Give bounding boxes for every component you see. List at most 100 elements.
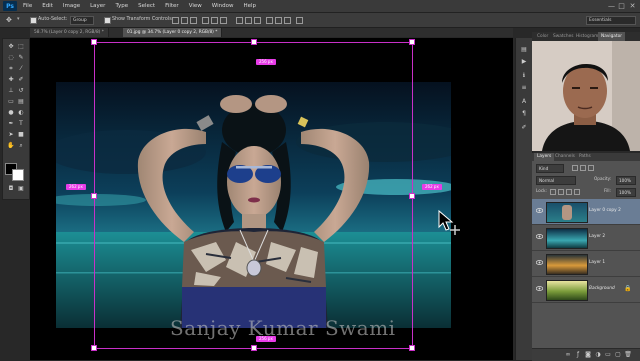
marquee-tool-icon[interactable]: ⬚ [17,43,25,51]
background-color-swatch[interactable] [12,169,24,181]
tab-navigator[interactable]: Navigator [598,32,626,41]
visibility-eye-icon[interactable] [536,208,543,213]
info-panel-icon[interactable]: ℹ [520,72,528,80]
pen-tool-icon[interactable]: ✒ [7,120,15,128]
hand-tool-icon[interactable]: ✋ [7,142,15,150]
paragraph-panel-icon[interactable]: ¶ [520,110,528,118]
visibility-eye-icon[interactable] [536,234,543,239]
align-middle-icon[interactable] [181,17,188,24]
eyedropper-tool-icon[interactable]: ⁄ [17,65,25,73]
layer-style-icon[interactable]: ƒ [574,351,582,359]
move-tool-icon[interactable]: ✥ [6,17,14,24]
minimize-icon[interactable]: — [607,2,616,10]
lock-transparency-icon[interactable] [550,189,556,195]
actions-panel-icon[interactable]: ▶ [520,58,528,66]
menu-help[interactable]: Help [243,3,256,9]
link-layers-icon[interactable]: ∞ [564,351,572,359]
menu-filter[interactable]: Filter [165,3,179,9]
history-panel-icon[interactable]: ▤ [520,46,528,54]
tab-document-1[interactable]: 58.7% (Layer 0 copy 2, RGB/8) * [30,28,109,37]
type-tool-icon[interactable]: T [17,120,25,128]
transform-handle-top-left[interactable] [91,39,97,45]
layer-name[interactable]: Layer 0 copy 2 [589,208,621,213]
tab-document-2-active[interactable]: 01.jpg @ 34.7% (Layer 0 copy 2, RGB/8) * [123,28,223,37]
adjustment-layer-icon[interactable]: ◑ [594,351,602,359]
maximize-icon[interactable]: □ [617,2,626,10]
lock-all-icon[interactable] [574,189,580,195]
transform-handle-bottom-right[interactable] [409,345,415,351]
blur-tool-icon[interactable]: ● [7,109,15,117]
quick-mask-icon[interactable]: ◘ [7,185,15,193]
visibility-eye-icon[interactable] [536,260,543,265]
align-top-icon[interactable] [172,17,179,24]
distribute-left-icon[interactable] [266,17,273,24]
gradient-tool-icon[interactable]: ▤ [17,98,25,106]
add-mask-icon[interactable]: ◙ [584,351,592,359]
tab-color[interactable]: Color [534,32,551,41]
delete-layer-icon[interactable]: 🗑 [624,351,632,359]
character-panel-icon[interactable]: A [520,98,528,106]
show-transform-checkbox[interactable] [104,17,111,24]
dodge-tool-icon[interactable]: ◐ [17,109,25,117]
close-icon[interactable]: ✕ [628,2,637,10]
tab-channels[interactable]: Channels [552,153,578,161]
blend-mode-dropdown[interactable]: Normal [536,176,576,185]
menu-image[interactable]: Image [63,3,80,9]
layer-name[interactable]: Layer 2 [589,234,605,239]
brush-panel-icon[interactable]: ✐ [520,124,528,132]
distribute-right-icon[interactable] [284,17,291,24]
layer-row-layer-0-copy-2[interactable]: Layer 0 copy 2 [532,199,640,225]
shape-tool-icon[interactable]: ■ [17,131,25,139]
distribute-bottom-icon[interactable] [254,17,261,24]
layer-row-layer-1[interactable]: Layer 1 [532,251,640,277]
opacity-input[interactable]: 100% [616,176,636,185]
align-right-icon[interactable] [220,17,227,24]
menu-select[interactable]: Select [138,3,155,9]
align-bottom-icon[interactable] [190,17,197,24]
lock-pixels-icon[interactable] [558,189,564,195]
menu-view[interactable]: View [189,3,202,9]
history-brush-tool-icon[interactable]: ↺ [17,87,25,95]
fill-input[interactable]: 100% [616,188,636,197]
document-photo[interactable] [56,82,451,328]
healing-brush-tool-icon[interactable]: ✚ [7,76,15,84]
visibility-eye-icon[interactable] [536,286,543,291]
clone-stamp-tool-icon[interactable]: ⊥ [7,87,15,95]
transform-handle-top-right[interactable] [409,39,415,45]
layer-name[interactable]: Background [589,286,615,291]
layer-row-background[interactable]: Background 🔒 [532,277,640,303]
menu-edit[interactable]: Edit [42,3,53,9]
properties-panel-icon[interactable]: ≡ [520,84,528,92]
screen-mode-icon[interactable]: ▣ [17,185,25,193]
transform-handle-bottom-center[interactable] [251,345,257,351]
distribute-center-icon[interactable] [275,17,282,24]
transform-handle-top-center[interactable] [251,39,257,45]
align-left-icon[interactable] [202,17,209,24]
menu-type[interactable]: Type [115,3,128,9]
align-center-icon[interactable] [211,17,218,24]
distribute-top-icon[interactable] [236,17,243,24]
transform-handle-middle-right[interactable] [409,193,415,199]
path-selection-tool-icon[interactable]: ➤ [7,131,15,139]
auto-select-dropdown[interactable]: Group [70,16,94,25]
workspace-switcher[interactable]: Essentials [586,16,636,25]
zoom-tool-icon[interactable]: ⌕ [17,142,25,150]
auto-select-checkbox[interactable] [30,17,37,24]
move-tool-icon[interactable]: ✥ [7,43,15,51]
transform-handle-bottom-left[interactable] [91,345,97,351]
lock-position-icon[interactable] [566,189,572,195]
menu-file[interactable]: File [23,3,32,9]
crop-tool-icon[interactable]: ⌗ [7,65,15,73]
lasso-tool-icon[interactable]: ◌ [7,54,15,62]
filter-pixel-icon[interactable] [572,165,578,171]
brush-tool-icon[interactable]: ✐ [17,76,25,84]
tab-paths[interactable]: Paths [576,153,594,161]
filter-type-icon[interactable] [588,165,594,171]
quick-select-tool-icon[interactable]: ✎ [17,54,25,62]
transform-handle-middle-left[interactable] [91,193,97,199]
menu-window[interactable]: Window [212,3,234,9]
filter-adjustment-icon[interactable] [580,165,586,171]
distribute-middle-icon[interactable] [245,17,252,24]
new-group-icon[interactable]: ▭ [604,351,612,359]
tool-preset-dropdown-icon[interactable]: ▾ [17,17,22,22]
